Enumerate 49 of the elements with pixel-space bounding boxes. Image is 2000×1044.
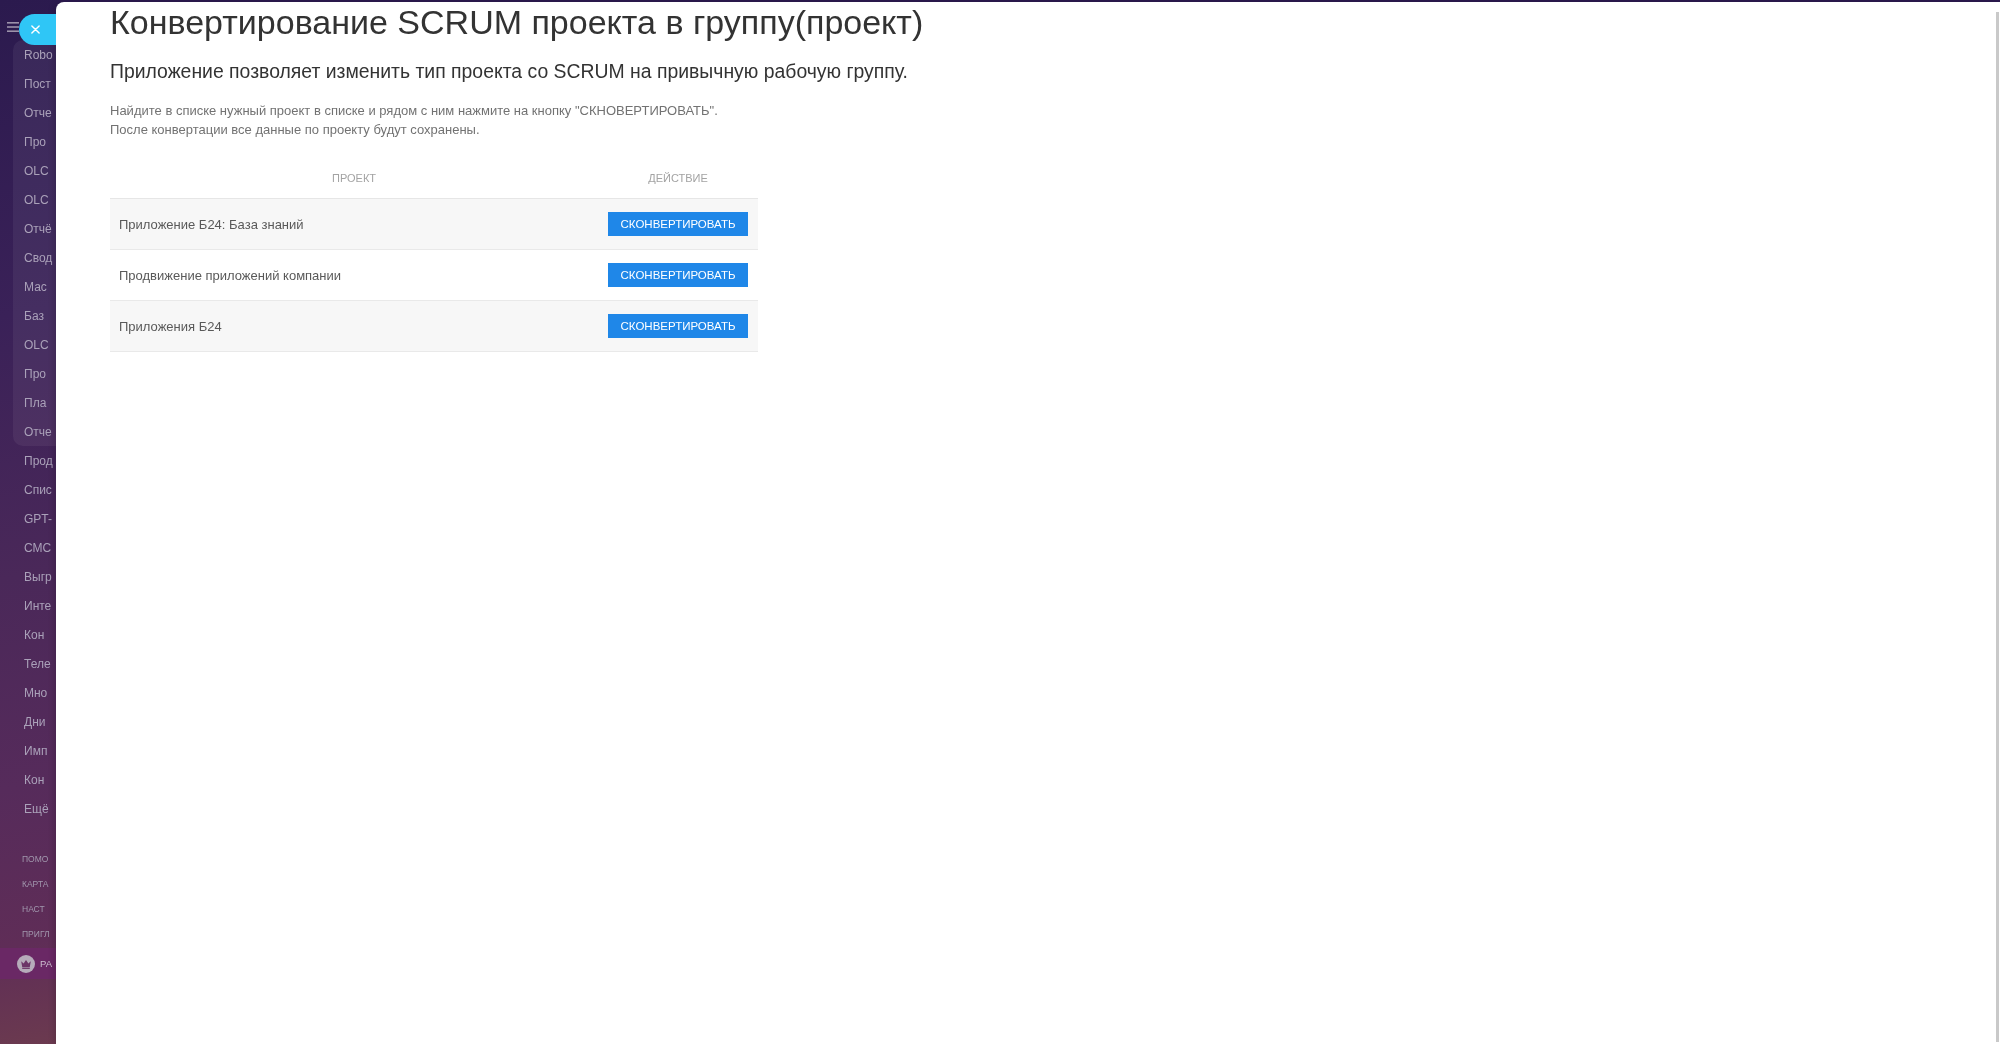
menu-item[interactable]: OLC (24, 192, 49, 207)
menu-item[interactable]: Мас (24, 279, 47, 294)
menu-item[interactable]: GPT- (24, 511, 52, 526)
menu-item[interactable]: Свод (24, 250, 53, 265)
convert-button[interactable]: СКОНВЕРТИРОВАТЬ (608, 314, 748, 338)
table-cell: Приложение Б24: База знаний (119, 216, 304, 232)
close-button[interactable] (19, 14, 56, 45)
menu-item[interactable]: Ещё (24, 801, 49, 816)
menu-item[interactable]: СМС (24, 540, 52, 555)
menu-item[interactable]: Пла (24, 395, 47, 410)
convert-button[interactable]: СКОНВЕРТИРОВАТЬ (608, 263, 748, 287)
convert-button[interactable]: СКОНВЕРТИРОВАТЬ (608, 212, 748, 236)
menu-item[interactable]: Дни (24, 714, 46, 729)
menu-item[interactable]: Отче (24, 105, 52, 120)
menu-item[interactable]: Про (24, 366, 46, 381)
close-icon (31, 25, 40, 34)
menu-item[interactable]: Кон (24, 772, 45, 787)
instruction-text: После конвертации все данные по проекту будут сохранены. (110, 121, 480, 139)
footer-link[interactable]: НАСТ (22, 904, 45, 915)
menu-item[interactable]: Имп (24, 743, 48, 758)
footer-link[interactable]: ПРИГЛ (22, 929, 50, 940)
menu-item[interactable]: Пост (24, 76, 51, 91)
menu-icon[interactable] (7, 22, 19, 32)
footer-link[interactable]: КАРТА (22, 879, 49, 890)
page-subtitle: Приложение позволяет изменить тип проекта со SCRUM на привычную рабочую группу. (110, 59, 908, 83)
column-header: ДЕЙСТВИЕ (648, 172, 708, 184)
page-title: Конвертирование SCRUM проекта в группу(проект) (110, 2, 924, 42)
account-label[interactable]: РА (40, 958, 53, 969)
menu-item[interactable]: Мно (24, 685, 48, 700)
menu-item[interactable]: Прод (24, 453, 53, 468)
menu-item[interactable]: Выгр (24, 569, 52, 584)
table-cell: Приложения Б24 (119, 318, 222, 334)
menu-item[interactable]: Баз (24, 308, 44, 323)
scrollbar[interactable] (1996, 12, 1999, 1042)
crown-icon (17, 954, 35, 973)
footer-link[interactable]: ПОМО (22, 854, 49, 865)
menu-item[interactable]: Отче (24, 424, 52, 439)
menu-item[interactable]: Инте (24, 598, 52, 613)
menu-item[interactable]: Теле (24, 656, 51, 671)
menu-item[interactable]: Отчё (24, 221, 52, 236)
menu-item[interactable]: Robo (24, 47, 53, 62)
menu-item[interactable]: Про (24, 134, 46, 149)
instruction-text: Найдите в списке нужный проект в списке и рядом с ним нажмите на кнопку "СКНОВЕРТИРОВАТЬ". (110, 102, 718, 120)
menu-item[interactable]: Кон (24, 627, 45, 642)
menu-item[interactable]: OLC (24, 337, 49, 352)
menu-item[interactable]: Спис (24, 482, 52, 497)
column-header: ПРОЕКТ (332, 172, 376, 184)
menu-item[interactable]: OLC (24, 163, 49, 178)
table-cell: Продвижение приложений компании (119, 267, 342, 283)
